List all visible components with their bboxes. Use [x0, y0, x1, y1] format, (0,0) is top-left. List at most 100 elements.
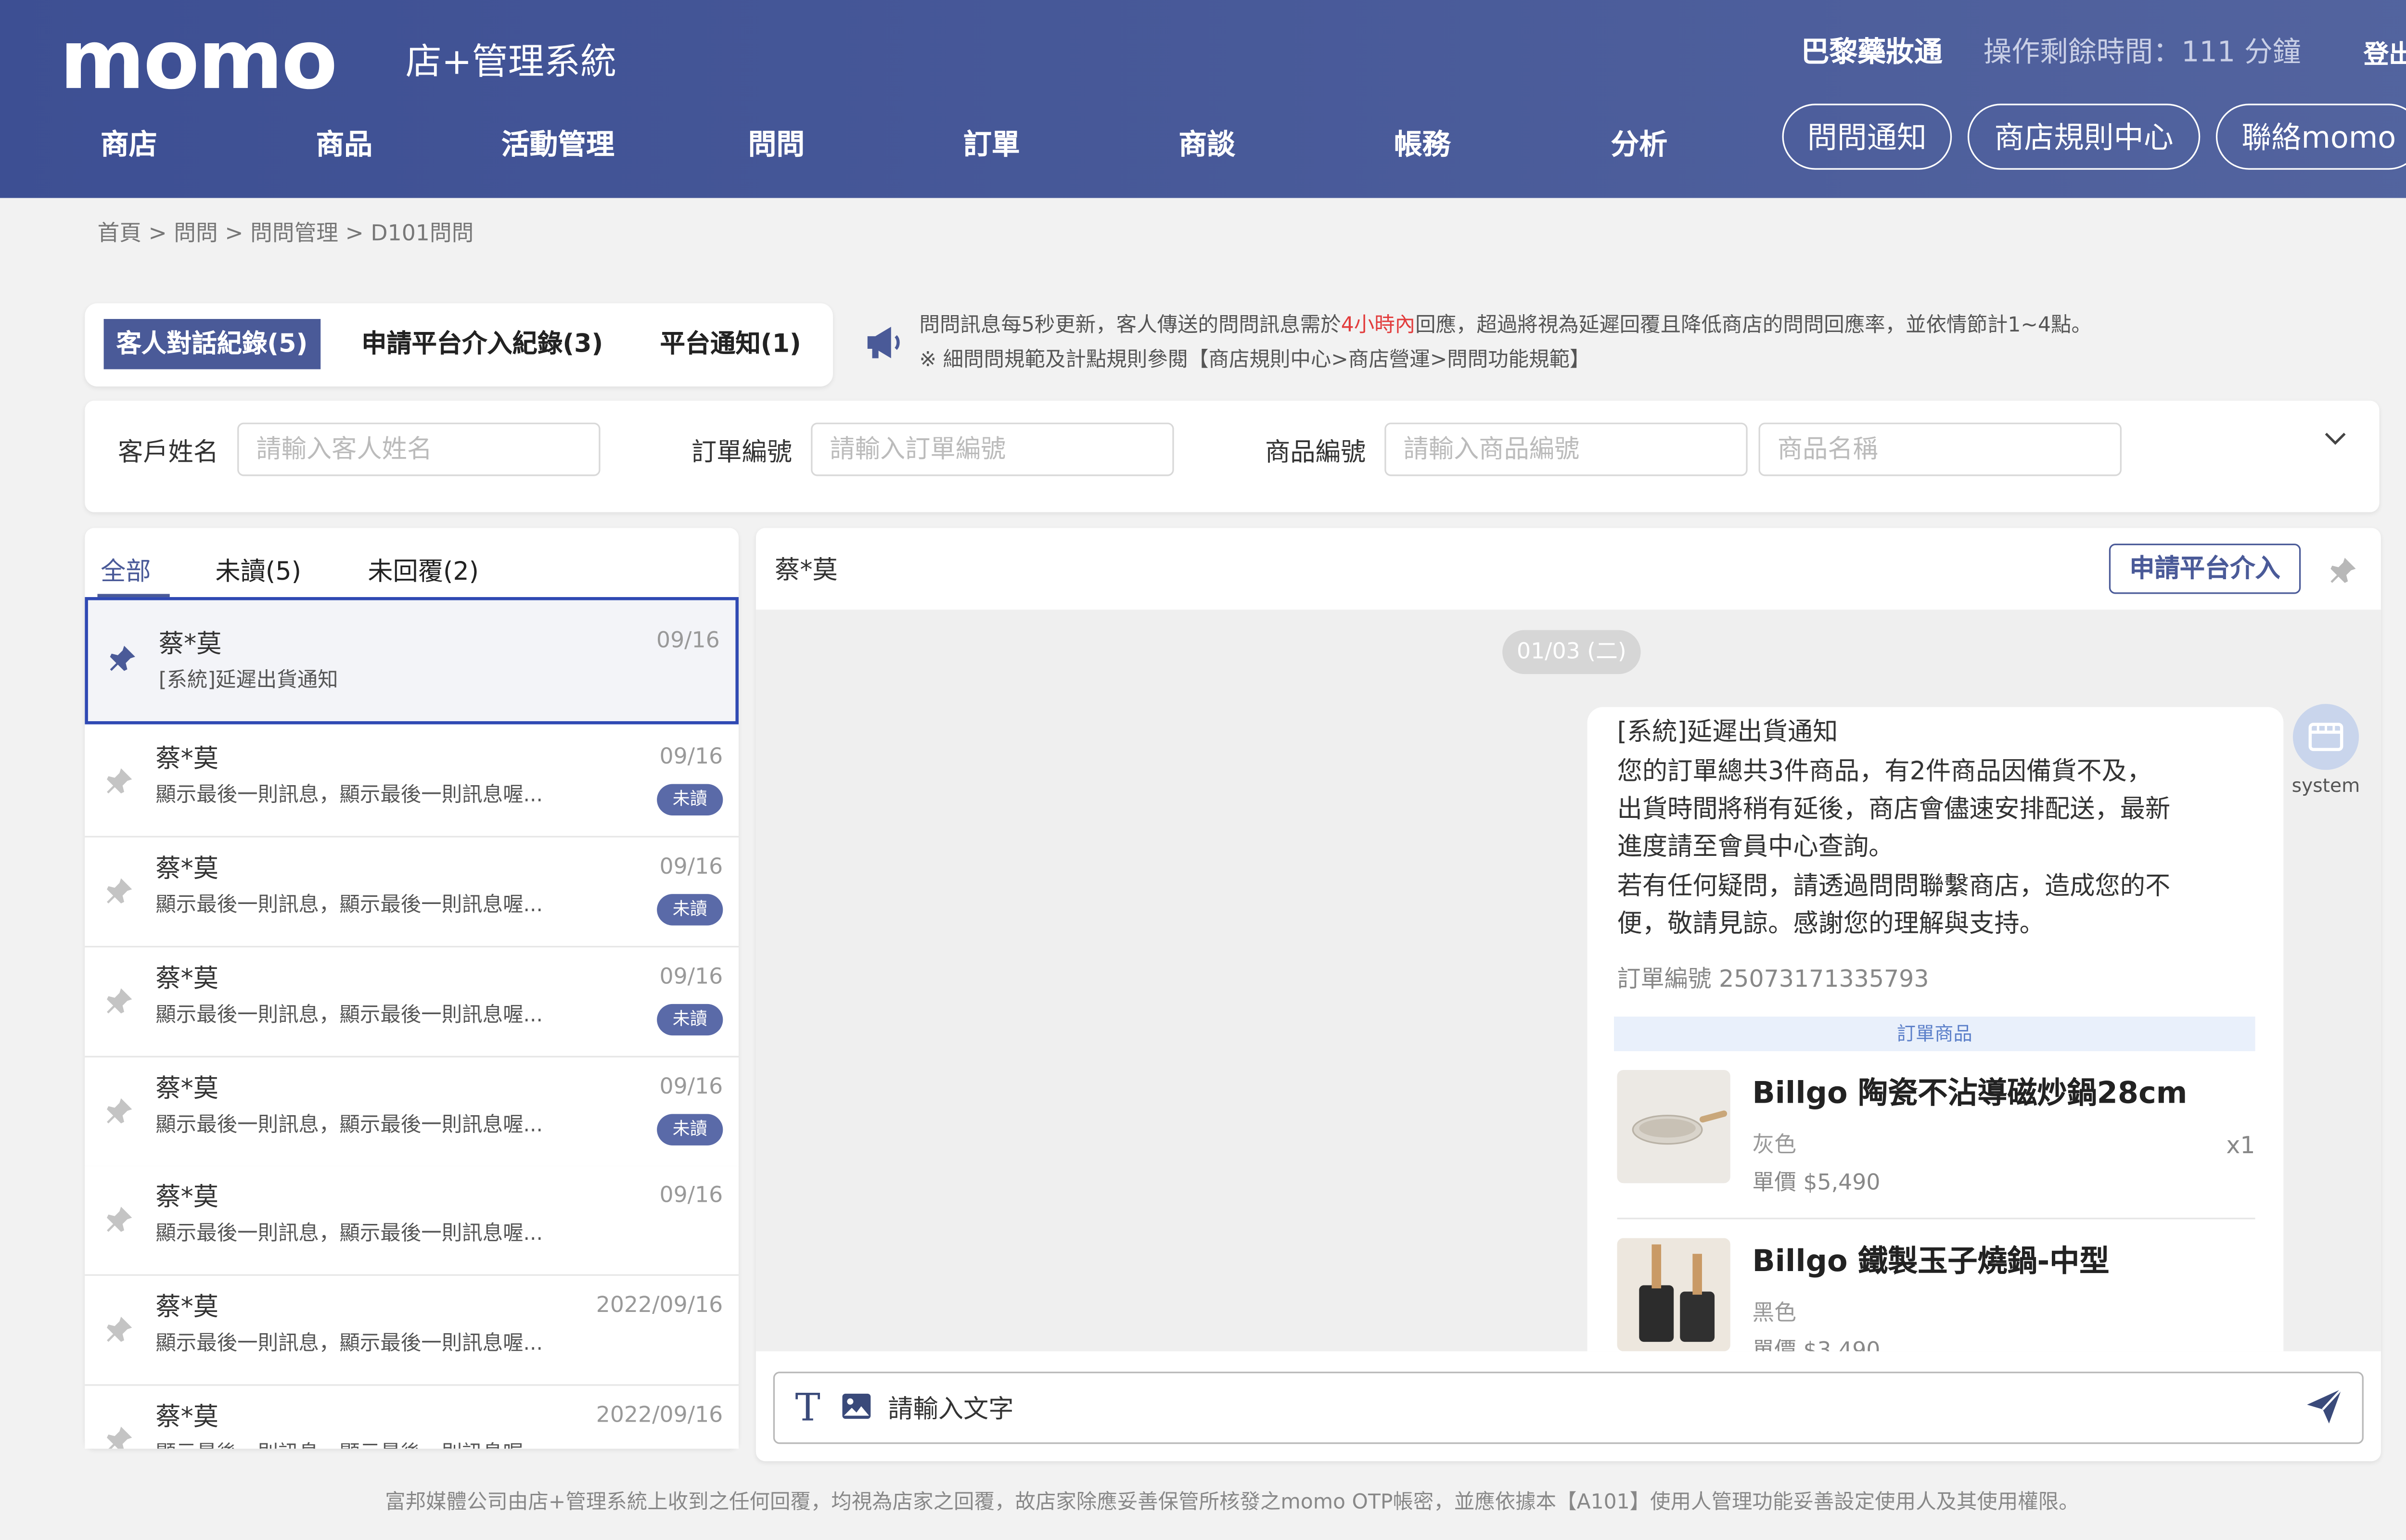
nav-negotiation[interactable]: 商談 [1178, 126, 1235, 166]
product-price: 單價 $3,490 [1752, 1338, 1881, 1351]
breadcrumb[interactable]: 首頁 > 問問 > 問問管理 > D101問問 [97, 218, 474, 250]
conversation-name: 蔡*莫 [155, 1181, 219, 1212]
conversation-item[interactable]: 蔡*莫 顯示最後一則訊息，顯示最後一則訊息喔... 09/16 未讀 [85, 1057, 739, 1168]
conversation-name: 蔡*莫 [155, 1291, 219, 1322]
conversation-last-message: 顯示最後一則訊息，顯示最後一則訊息喔... [155, 1004, 543, 1028]
conversation-item[interactable]: 蔡*莫 顯示最後一則訊息，顯示最後一則訊息喔... 2022/09/16 [85, 1275, 739, 1386]
conversation-last-message: 顯示最後一則訊息，顯示最後一則訊息喔... [155, 894, 543, 918]
request-intervention-button[interactable]: 申請平台介入 [2109, 544, 2301, 594]
product-price: 單價 $5,490 [1752, 1171, 1881, 1196]
conversation-item[interactable]: 蔡*莫 顯示最後一則訊息，顯示最後一則訊息喔... 09/16 未讀 [85, 837, 739, 948]
conversation-date: 09/16 [659, 854, 723, 880]
record-tabs: 客人對話紀錄(5) 申請平台介入紀錄(3) 平台通知(1) [85, 303, 833, 387]
message-title: [系統]延遲出貨通知 [1617, 716, 1838, 747]
chat-customer-name: 蔡*莫 [775, 554, 838, 585]
nav-accounting[interactable]: 帳務 [1394, 126, 1451, 166]
order-number-label: 訂單編號 [691, 436, 793, 467]
message-text-line: 便，敬請見諒。感謝您的理解與支持。 [1617, 908, 2045, 938]
conversation-item-selected[interactable]: 蔡*莫 [系統]延遲出貨通知 09/16 [85, 597, 739, 725]
sender-label: system [2291, 775, 2360, 797]
product-item[interactable]: Billgo 陶瓷不沾導磁炒鍋28cm 灰色 單價 $5,490 x1 [1617, 1070, 2255, 1227]
megaphone-icon [863, 322, 907, 369]
pin-icon[interactable] [104, 1095, 135, 1126]
conversation-name: 蔡*莫 [155, 963, 219, 993]
pin-icon[interactable] [104, 875, 135, 906]
pin-icon[interactable] [104, 1313, 135, 1345]
store-name: 巴黎藥妝通 [1801, 36, 1943, 69]
tab-platform-notifications[interactable]: 平台通知(1) [648, 319, 814, 369]
session-time-remaining: 操作剩餘時間：111 分鐘 [1983, 36, 2301, 69]
customer-name-input[interactable]: 請輸入客人姓名 [237, 422, 601, 476]
unread-badge: 未讀 [657, 1004, 723, 1036]
conversation-last-message: 顯示最後一則訊息，顯示最後一則訊息喔... [155, 1332, 543, 1356]
order-number: 訂單編號 25073171335793 [1617, 965, 1929, 993]
conversation-date: 09/16 [659, 1183, 723, 1209]
system-message-bubble: [系統]延遲出貨通知 您的訂單總共3件商品，有2件商品因備貨不及， 出貨時間將稍… [1587, 707, 2284, 1351]
nav-campaigns[interactable]: 活動管理 [501, 126, 614, 166]
conversation-last-message: [系統]延遲出貨通知 [158, 669, 338, 693]
unread-badge: 未讀 [657, 1114, 723, 1145]
nav-analytics[interactable]: 分析 [1611, 126, 1668, 166]
conversation-item[interactable]: 蔡*莫 顯示最後一則訊息，顯示最後一則訊息喔... 09/16 未讀 [85, 727, 739, 838]
order-items-header: 訂單商品 [1614, 1017, 2255, 1051]
conversation-name: 蔡*莫 [155, 1073, 219, 1103]
tab-customer-conversations[interactable]: 客人對話紀錄(5) [103, 318, 320, 369]
send-icon[interactable] [2304, 1386, 2345, 1433]
conversation-name: 蔡*莫 [155, 1401, 219, 1432]
product-image [1617, 1070, 1730, 1184]
nav-store[interactable]: 商店 [101, 126, 157, 166]
product-item[interactable]: Billgo 鐵製玉子燒鍋-中型 黑色 單價 $3,490 [1617, 1238, 2255, 1351]
conversation-date: 2022/09/16 [596, 1293, 723, 1319]
conversation-last-message: 顯示最後一則訊息，顯示最後一則訊息喔... [155, 1114, 543, 1138]
store-rules-button[interactable]: 商店規則中心 [1967, 103, 2201, 170]
unread-badge: 未讀 [657, 784, 723, 816]
subtab-unread[interactable]: 未讀(5) [215, 553, 301, 591]
conversation-item[interactable]: 蔡*莫 顯示最後一則訊息，顯示最後一則訊息喔... 09/16 未讀 [85, 947, 739, 1057]
conversation-date: 09/16 [659, 965, 723, 990]
conversation-item[interactable]: 蔡*莫 顯示最後一則訊息，顯示最後一則訊息喔... 09/16 [85, 1166, 739, 1276]
chevron-down-icon[interactable] [2323, 424, 2348, 454]
product-spec: 灰色 [1752, 1133, 1796, 1158]
product-name: Billgo 陶瓷不沾導磁炒鍋28cm [1752, 1076, 2188, 1111]
nav-products[interactable]: 商品 [316, 126, 372, 166]
notice-line-1: 問問訊息每5秒更新，客人傳送的問問訊息需於4小時內回應，超過將視為延遲回覆且降低… [919, 314, 2092, 338]
logout-link[interactable]: 登出 [2364, 35, 2406, 76]
message-text-line: 進度請至會員中心查詢。 [1617, 831, 1894, 861]
pin-icon[interactable] [104, 1424, 135, 1449]
subtab-all[interactable]: 全部 [101, 553, 151, 591]
product-name: Billgo 鐵製玉子燒鍋-中型 [1752, 1244, 2110, 1279]
pin-icon[interactable] [2328, 555, 2359, 592]
conversation-item[interactable]: 蔡*莫 顯示最後一則訊息，顯示最後一則訊息喔... 2022/09/16 [85, 1386, 739, 1449]
pin-icon[interactable] [104, 765, 135, 796]
pin-icon[interactable] [104, 1204, 135, 1235]
nav-qa[interactable]: 問問 [748, 126, 805, 166]
date-divider: 01/03 (二) [1502, 630, 1641, 675]
conversation-name: 蔡*莫 [155, 853, 219, 883]
conversation-last-message: 顯示最後一則訊息，顯示最後一則訊息喔... [155, 1439, 543, 1449]
conversation-name: 蔡*莫 [158, 628, 222, 659]
pin-icon[interactable] [107, 643, 138, 674]
conversation-name: 蔡*莫 [155, 743, 219, 773]
conversation-last-message: 顯示最後一則訊息，顯示最後一則訊息喔... [155, 784, 543, 808]
message-text-line: 出貨時間將稍有延後，商店會儘速安排配送，最新 [1617, 793, 2171, 824]
momo-logo[interactable]: momo [60, 6, 337, 116]
store-icon [2308, 723, 2343, 751]
contact-momo-button[interactable]: 聯絡momo [2215, 103, 2406, 170]
image-upload-icon[interactable] [841, 1392, 872, 1427]
subtab-unreplied[interactable]: 未回覆(2) [368, 553, 479, 591]
product-number-input[interactable]: 請輸入商品編號 [1384, 422, 1748, 476]
message-text-line: 若有任何疑問，請透過問問聯繫商店，造成您的不 [1617, 870, 2171, 901]
order-number-input[interactable]: 請輸入訂單編號 [811, 422, 1174, 476]
conversation-date: 09/16 [656, 628, 720, 654]
product-name-input[interactable]: 商品名稱 [1758, 422, 2122, 476]
customer-name-label: 客戶姓名 [117, 436, 219, 467]
message-input-placeholder: 請輸入文字 [888, 1393, 1014, 1424]
unread-badge: 未讀 [657, 894, 723, 926]
pin-icon[interactable] [104, 985, 135, 1017]
tab-platform-intervention[interactable]: 申請平台介入紀錄(3) [349, 319, 615, 369]
qa-notification-button[interactable]: 問問通知 [1782, 103, 1952, 170]
notice-line-2[interactable]: ※ 細問問規範及計點規則參閱【商店規則中心>商店營運>問問功能規範】 [920, 345, 1590, 377]
footer-disclaimer: 富邦媒體公司由店+管理系統上收到之任何回覆，均視為店家之回覆，故店家除應妥善保管… [385, 1491, 2079, 1515]
text-format-icon[interactable]: T [795, 1384, 820, 1431]
nav-orders[interactable]: 訂單 [963, 126, 1020, 166]
